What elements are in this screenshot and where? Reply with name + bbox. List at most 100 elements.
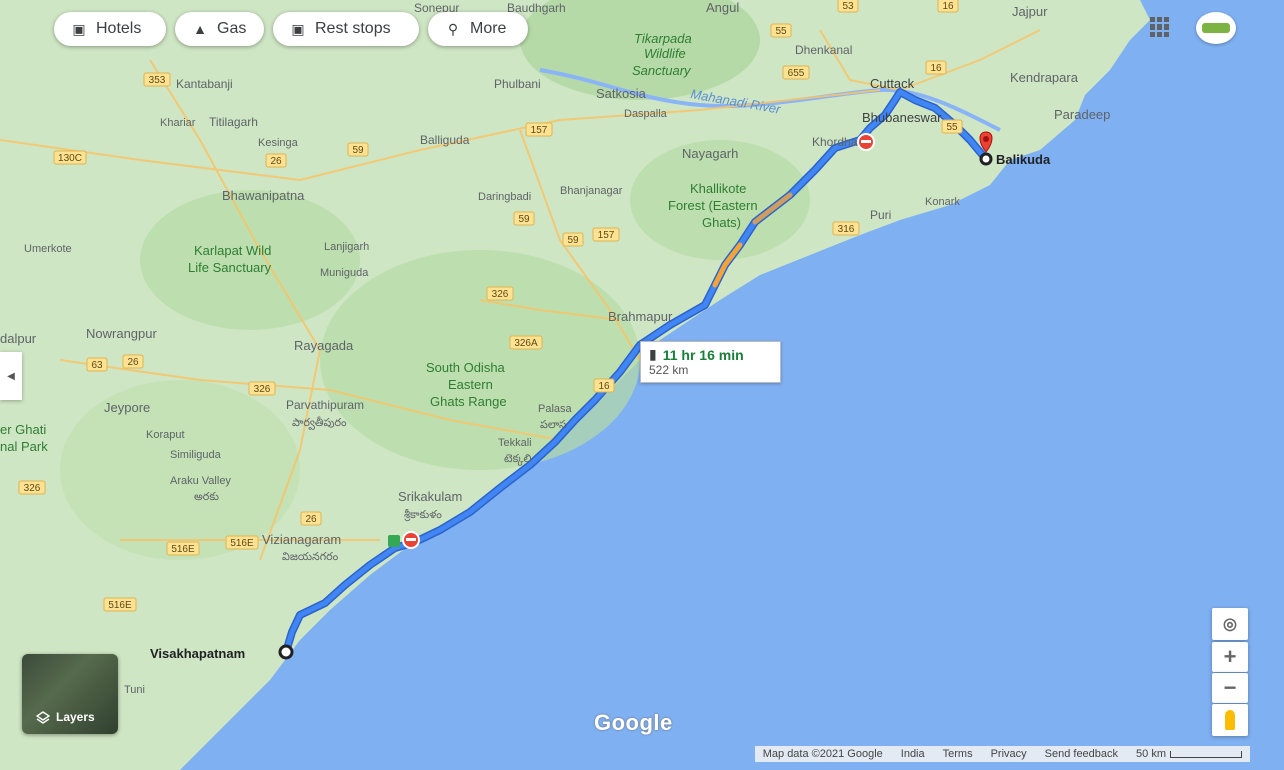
layers-icon	[36, 711, 50, 724]
highway-shield-label: 516E	[171, 544, 195, 555]
place-label: Brahmapur	[608, 309, 673, 324]
place-label: Umerkote	[24, 243, 72, 255]
layers-label: Layers	[56, 710, 95, 724]
map-canvas[interactable]: Sonepur Baudhgarh Angul Jajpur Tikarpada…	[0, 0, 1284, 770]
send-feedback-link[interactable]: Send feedback	[1045, 748, 1118, 760]
place-label: Similiguda	[170, 449, 222, 461]
place-label: Angul	[706, 0, 739, 15]
bed-icon: ▣	[72, 20, 86, 37]
place-label: Nayagarh	[682, 146, 738, 161]
highway-shield-label: 55	[946, 122, 958, 133]
highway-shield-label: 63	[91, 360, 103, 371]
highway-shield-label: 26	[270, 156, 282, 167]
place-label: Kendrapara	[1010, 70, 1079, 85]
park-label: Wildlife	[644, 46, 686, 61]
account-avatar[interactable]	[1196, 12, 1236, 44]
place-label: Bhanjanagar	[560, 185, 623, 197]
place-label: Parvathipuram	[286, 398, 364, 412]
place-label: Tuni	[124, 684, 145, 696]
highway-shield-label: 353	[149, 75, 166, 86]
highway-shield-label: 26	[127, 357, 139, 368]
place-label: Nowrangpur	[86, 326, 157, 341]
place-label: Jajpur	[1012, 4, 1048, 19]
country-link[interactable]: India	[901, 748, 925, 760]
place-label: Dhenkanal	[795, 43, 852, 57]
place-label: dalpur	[0, 331, 37, 346]
origin-label: Visakhapatnam	[150, 646, 245, 661]
layers-button[interactable]: Layers	[22, 654, 118, 734]
highway-shield-label: 326	[492, 289, 509, 300]
highway-shield-label: 326	[254, 384, 271, 395]
highway-shield-label: 53	[842, 1, 854, 12]
my-location-button[interactable]: ◎	[1212, 608, 1248, 640]
place-label: Titilagarh	[209, 115, 258, 129]
place-label: Bhawanipatna	[222, 188, 305, 203]
highway-shield-label: 59	[518, 214, 530, 225]
park-label: Karlapat Wild	[194, 243, 271, 258]
privacy-link[interactable]: Privacy	[991, 748, 1027, 760]
road-closure-icon[interactable]	[402, 531, 420, 549]
place-label: Phulbani	[494, 77, 541, 91]
route-distance: 522 km	[649, 363, 689, 377]
place-label: Daspalla	[624, 108, 668, 120]
highway-shield-label: 326	[24, 483, 41, 494]
road-closure-icon[interactable]	[857, 133, 875, 151]
highway-shield-label: 16	[930, 63, 942, 74]
place-label: Puri	[870, 208, 891, 222]
map-footer: Map data ©2021 Google India Terms Privac…	[754, 746, 1250, 762]
park-label: Life Sanctuary	[188, 260, 272, 275]
place-label: Vizianagaram	[262, 532, 341, 547]
highway-shield-label: 16	[598, 381, 610, 392]
highway-shield-label: 516E	[230, 538, 254, 549]
park-label: Sanctuary	[632, 63, 692, 78]
route-info-card[interactable]: ▮ 11 hr 16 min 522 km	[640, 341, 781, 383]
chevron-left-icon: ◀	[7, 370, 15, 382]
highway-shield-label: 130C	[58, 153, 82, 164]
place-label: శ్రీకాకుళం	[404, 508, 442, 522]
street-view-button[interactable]	[1212, 704, 1248, 736]
place-label: Kantabanji	[176, 77, 233, 91]
place-label: Tekkali	[498, 437, 532, 449]
place-label: పలాస	[540, 419, 567, 431]
highway-shield-label: 516E	[108, 600, 132, 611]
place-label: Khariar	[160, 117, 196, 129]
place-label: Paradeep	[1054, 107, 1110, 122]
place-label: Khordha	[812, 135, 858, 149]
zoom-out-button[interactable]: −	[1212, 673, 1248, 703]
gas-pump-icon: ▲	[193, 21, 207, 37]
terms-link[interactable]: Terms	[943, 748, 973, 760]
park-label: Khallikote	[690, 181, 746, 196]
origin-marker-icon[interactable]	[278, 644, 294, 660]
park-label: nal Park	[0, 439, 48, 454]
place-label: Jeypore	[104, 400, 150, 415]
gas-label: Gas	[217, 20, 247, 37]
highway-shield-label: 16	[942, 1, 954, 12]
place-label: పార్వతీపురం	[292, 416, 347, 430]
place-label: Balliguda	[420, 133, 470, 147]
more-button[interactable]: ⚲ More	[428, 12, 528, 46]
place-label: Bhubaneswar	[862, 110, 942, 125]
zoom-in-label: +	[1223, 644, 1237, 669]
zoom-in-button[interactable]: +	[1212, 642, 1248, 672]
place-label: Satkosia	[596, 86, 647, 101]
place-label: Lanjigarh	[324, 241, 369, 253]
highway-shield-label: 59	[352, 145, 364, 156]
park-label: South Odisha	[426, 360, 506, 375]
place-label: Srikakulam	[398, 489, 462, 504]
route-duration: 11 hr 16 min	[662, 346, 744, 363]
rest-stops-button[interactable]: ▣ Rest stops	[273, 12, 419, 46]
warning-icon	[388, 535, 400, 547]
rest-stops-label: Rest stops	[315, 20, 391, 37]
collapse-panel-button[interactable]: ◀	[0, 352, 22, 400]
gas-button[interactable]: ▲ Gas	[175, 12, 264, 46]
apps-grid-icon[interactable]	[1150, 17, 1170, 37]
place-label: Koraput	[146, 429, 185, 441]
google-logo: Google	[594, 710, 673, 735]
highway-shield-label: 655	[788, 68, 805, 79]
park-label: Tikarpada	[634, 31, 692, 46]
hotels-button[interactable]: ▣ Hotels	[54, 12, 166, 46]
highway-shield-label: 26	[305, 514, 317, 525]
scale-bar[interactable]: 50 km	[1136, 748, 1242, 760]
highway-shield-label: 157	[598, 230, 615, 241]
car-icon: ▣	[291, 20, 305, 37]
